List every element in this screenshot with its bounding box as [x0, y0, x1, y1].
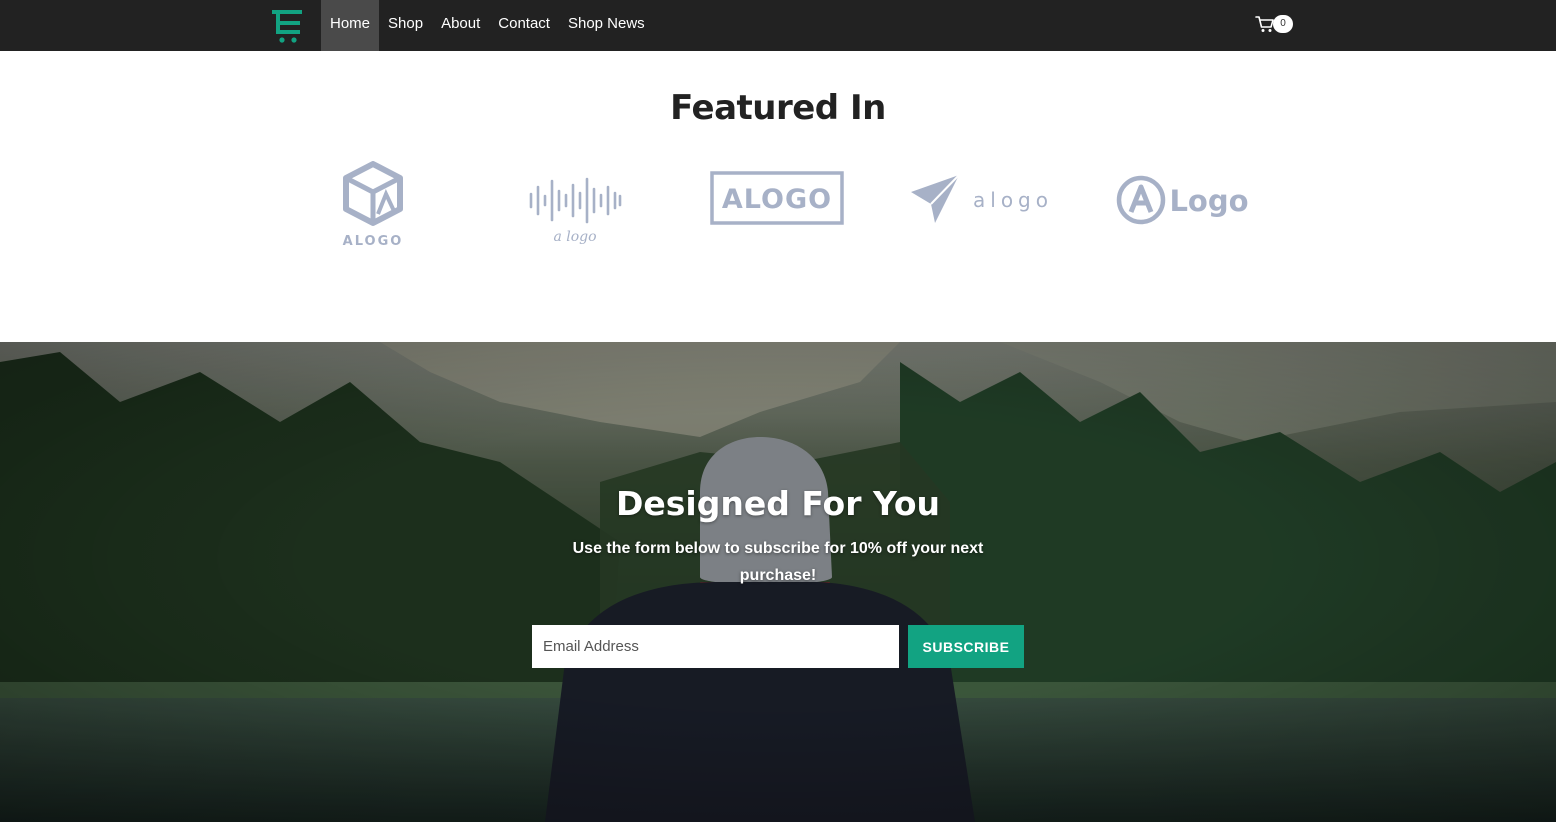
- featured-logo-4: alogo: [909, 172, 1055, 228]
- featured-title: Featured In: [670, 88, 886, 128]
- featured-logo-1: ALOGO: [338, 161, 408, 249]
- top-navbar: Home Shop About Contact Shop News 0: [0, 0, 1556, 51]
- svg-text:Logo: Logo: [1169, 184, 1248, 218]
- subscribe-button[interactable]: SUBSCRIBE: [908, 625, 1024, 668]
- soundwave-logo-icon: a logo: [529, 177, 622, 245]
- cube-logo-icon: ALOGO: [343, 161, 404, 249]
- hero-title: Designed For You: [615, 484, 940, 523]
- nav-link-shop[interactable]: Shop: [379, 0, 432, 51]
- featured-logo-3: ALOGO: [710, 171, 844, 225]
- svg-text:ALOGO: ALOGO: [343, 234, 404, 249]
- featured-logo-2: a logo: [527, 171, 623, 247]
- featured-logo-5: Logo: [1116, 174, 1250, 228]
- cart-icon: [1255, 16, 1274, 32]
- boxed-logo-icon: ALOGO: [710, 171, 844, 225]
- nav-link-contact[interactable]: Contact: [489, 0, 559, 51]
- cart-button[interactable]: 0: [1255, 13, 1293, 35]
- svg-text:alogo: alogo: [973, 188, 1053, 212]
- circle-a-logo-icon: Logo: [1116, 175, 1249, 225]
- subscribe-hero-section: Designed For You Use the form below to s…: [0, 342, 1556, 822]
- hero-subtitle: Use the form below to subscribe for 10% …: [572, 540, 984, 584]
- shop-cart-logo-icon[interactable]: [266, 4, 306, 44]
- email-address-input[interactable]: [532, 625, 899, 668]
- cart-count-badge: 0: [1273, 15, 1293, 33]
- nav-link-shop-news[interactable]: Shop News: [559, 0, 654, 51]
- featured-section: Featured In ALOGO a logo ALOGO alogo Log…: [0, 51, 1556, 342]
- svg-text:a logo: a logo: [553, 229, 596, 245]
- nav-link-home[interactable]: Home: [321, 0, 380, 51]
- svg-text:ALOGO: ALOGO: [722, 184, 832, 215]
- nav-menu: Home Shop About Contact Shop News: [321, 0, 654, 51]
- paper-plane-logo-icon: alogo: [911, 174, 1053, 223]
- navbar-container: Home Shop About Contact Shop News 0: [262, 0, 1302, 51]
- nav-link-about[interactable]: About: [432, 0, 489, 51]
